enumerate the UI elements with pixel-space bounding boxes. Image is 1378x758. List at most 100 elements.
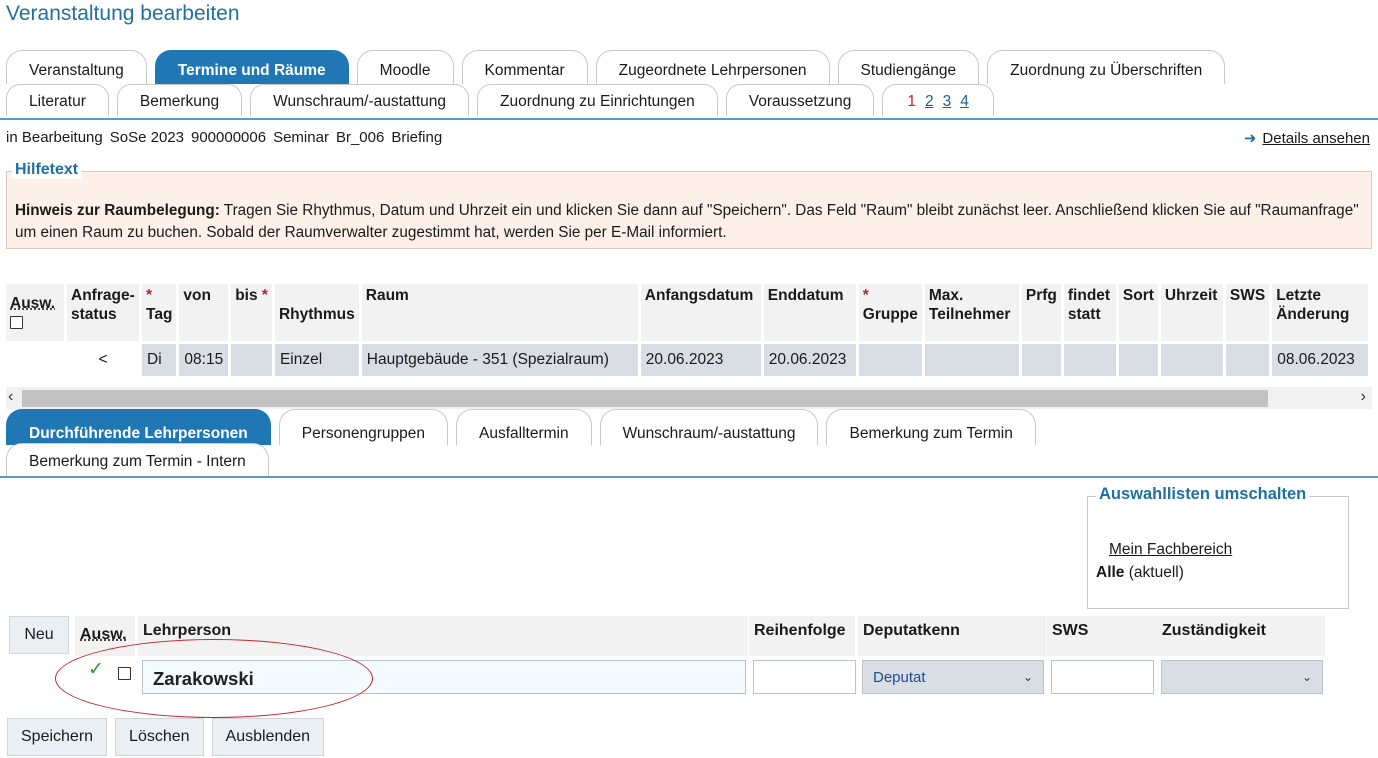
col-raum: Raum <box>361 284 638 341</box>
sws-input[interactable] <box>1051 660 1154 694</box>
new-button[interactable]: Neu <box>9 616 69 654</box>
tab-zugeordnete-lehrpersonen[interactable]: Zugeordnete Lehrpersonen <box>595 50 830 84</box>
horizontal-scrollbar[interactable]: ‹ › <box>6 387 1372 409</box>
col-enddatum: Enddatum <box>763 284 856 341</box>
col-prfg: Prfg <box>1021 284 1061 341</box>
tab-veranstaltung[interactable]: Veranstaltung <box>6 50 147 84</box>
tab-studiengaenge[interactable]: Studiengänge <box>837 50 980 84</box>
detail-tabs-row-1: Durchführende Lehrpersonen Personengrupp… <box>6 409 1044 445</box>
scrollbar-thumb[interactable] <box>22 390 1268 407</box>
appointments-table: Ausw. Anfrage- status * Tag von bis * Rh… <box>6 281 1371 379</box>
hide-button[interactable]: Ausblenden <box>211 718 325 756</box>
col-teacher-ausw: Ausw. <box>75 616 135 656</box>
sort-cell <box>1118 344 1158 376</box>
col-zustaendigkeit: Zuständigkeit <box>1157 616 1325 656</box>
detail-tabs-divider <box>0 476 1378 478</box>
chevron-down-icon: ⌄ <box>1022 670 1033 684</box>
col-teacher-sws: SWS <box>1047 616 1157 656</box>
delete-button[interactable]: Löschen <box>115 718 204 756</box>
enddatum-cell: 20.06.2023 <box>763 344 856 376</box>
list-switcher-legend: Auswahllisten umschalten <box>1096 485 1310 504</box>
col-sort: Sort <box>1118 284 1158 341</box>
save-button[interactable]: Speichern <box>7 718 108 756</box>
anfangsdatum-cell: 20.06.2023 <box>640 344 761 376</box>
checkmark-icon: ✓ <box>88 659 104 680</box>
tab-wunschraum-termin[interactable]: Wunschraum/-austattung <box>599 409 819 445</box>
page-2-link[interactable]: 2 <box>925 93 934 111</box>
course-number: 900000006 <box>190 129 267 146</box>
tab-ausfalltermin[interactable]: Ausfalltermin <box>456 409 592 445</box>
col-anfragestatus: Anfrage- status <box>67 284 139 341</box>
sws-cell <box>1225 344 1270 376</box>
tab-pager: 1 2 3 4 <box>882 84 994 116</box>
col-gruppe: * Gruppe <box>858 284 922 341</box>
scroll-left-icon[interactable]: ‹ <box>8 388 13 406</box>
col-deputatkenn: Deputatkenn <box>858 616 1046 656</box>
prfg-cell <box>1021 344 1061 376</box>
teacher-row-checkbox[interactable] <box>118 667 131 680</box>
help-box: Hinweis zur Raumbelegung: Tragen Sie Rhy… <box>6 171 1372 249</box>
page-3-link[interactable]: 3 <box>943 93 952 111</box>
tab-kommentar[interactable]: Kommentar <box>461 50 588 84</box>
tab-personengruppen[interactable]: Personengruppen <box>278 409 448 445</box>
col-von: von <box>179 284 229 341</box>
tab-moodle[interactable]: Moodle <box>356 50 454 84</box>
findet-statt-cell <box>1063 344 1116 376</box>
tab-bemerkung-zum-termin[interactable]: Bemerkung zum Termin <box>826 409 1036 445</box>
von-cell: 08:15 <box>179 344 229 376</box>
chevron-down-icon: ⌄ <box>1301 670 1312 684</box>
max-teilnehmer-cell <box>924 344 1019 376</box>
select-all-checkbox[interactable] <box>10 316 23 330</box>
col-tag: * Tag <box>142 284 177 341</box>
col-rhythmus: Rhythmus <box>274 284 359 341</box>
tab-zuordnung-ueberschriften[interactable]: Zuordnung zu Überschriften <box>987 50 1226 84</box>
deputatkenn-select[interactable]: Deputat ⌄ <box>862 660 1044 694</box>
main-tabs-row-1: Veranstaltung Termine und Räume Moodle K… <box>6 50 1233 84</box>
course-status: in Bearbeitung <box>6 129 103 146</box>
page-4-link[interactable]: 4 <box>960 93 969 111</box>
tab-durchfuehrende-lehrpersonen[interactable]: Durchführende Lehrpersonen <box>6 409 271 445</box>
raum-cell: Hauptgebäude - 351 (Spezialraum) <box>361 344 638 376</box>
tab-termine-und-raeume[interactable]: Termine und Räume <box>154 50 349 84</box>
action-buttons: Speichern Löschen Ausblenden <box>7 718 325 756</box>
col-reihenfolge: Reihenfolge <box>749 616 855 656</box>
course-semester: SoSe 2023 <box>109 129 184 146</box>
tab-bemerkung[interactable]: Bemerkung <box>116 84 243 116</box>
detail-tabs-row-2: Bemerkung zum Termin - Intern <box>6 443 277 476</box>
tab-bemerkung-zum-termin-intern[interactable]: Bemerkung zum Termin - Intern <box>6 443 269 476</box>
switch-current-label: Alle <box>1096 564 1125 581</box>
col-sws: SWS <box>1225 284 1270 341</box>
deputatkenn-value: Deputat <box>873 668 926 686</box>
teacher-name-field[interactable]: Zarakowski <box>142 660 746 694</box>
col-max-teilnehmer: Max. Teilnehmer <box>924 284 1019 341</box>
scroll-right-icon[interactable]: › <box>1361 388 1366 406</box>
row-select-cell <box>6 344 64 376</box>
zustaendigkeit-select[interactable]: ⌄ <box>1161 660 1323 694</box>
page-title: Veranstaltung bearbeiten <box>6 2 240 25</box>
bis-cell <box>231 344 272 376</box>
course-short: Br_006 <box>335 129 385 146</box>
course-type: Seminar <box>273 129 329 146</box>
switch-mein-fachbereich-link[interactable]: Mein Fachbereich <box>1109 541 1232 559</box>
col-uhrzeit: Uhrzeit <box>1160 284 1223 341</box>
reihenfolge-input[interactable] <box>753 660 856 694</box>
col-ausw: Ausw. <box>6 284 64 341</box>
main-tabs-row-2: Literatur Bemerkung Wunschraum/-austattu… <box>6 84 1002 116</box>
course-info: in Bearbeitung SoSe 2023 900000006 Semin… <box>6 129 442 146</box>
col-anfangsdatum: Anfangsdatum <box>640 284 761 341</box>
col-letzte-aenderung: Letzte Änderung <box>1272 284 1369 341</box>
details-link-group: ➜ Details ansehen <box>1243 129 1370 148</box>
tab-voraussetzung[interactable]: Voraussetzung <box>725 84 875 116</box>
tab-literatur[interactable]: Literatur <box>6 84 109 116</box>
details-link[interactable]: Details ansehen <box>1262 130 1370 147</box>
tab-wunschraum[interactable]: Wunschraum/-austattung <box>250 84 470 116</box>
anfragestatus-cell[interactable]: < <box>67 344 139 376</box>
tag-cell: Di <box>142 344 177 376</box>
table-row[interactable]: < Di 08:15 Einzel Hauptgebäude - 351 (Sp… <box>6 344 1369 376</box>
arrow-right-icon: ➜ <box>1243 130 1257 147</box>
letzte-aenderung-cell: 08.06.2023 <box>1272 344 1369 376</box>
switch-current-suffix: (aktuell) <box>1124 564 1184 581</box>
help-hint-label: Hinweis zur Raumbelegung: <box>15 202 220 219</box>
tabs-divider <box>0 118 1378 120</box>
tab-zuordnung-einrichtungen[interactable]: Zuordnung zu Einrichtungen <box>477 84 718 116</box>
